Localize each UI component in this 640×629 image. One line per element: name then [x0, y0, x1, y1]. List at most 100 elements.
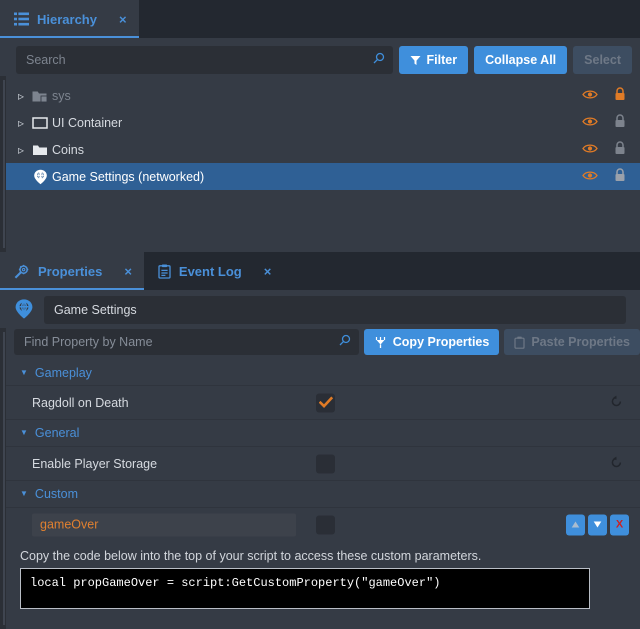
- custom-property-code-snippet[interactable]: local propGameOver = script:GetCustomPro…: [20, 568, 590, 609]
- custom-property-help-text: Copy the code below into the top of your…: [6, 541, 640, 568]
- tab-properties[interactable]: Properties ×: [0, 252, 144, 290]
- filter-icon: [410, 55, 421, 66]
- search-icon: [372, 52, 385, 68]
- ragdoll-on-death-checkbox[interactable]: [316, 393, 335, 412]
- enable-player-storage-checkbox[interactable]: [316, 454, 335, 473]
- hierarchy-toolbar: Filter Collapse All Select: [16, 46, 632, 74]
- section-header-custom[interactable]: ▼ Custom: [6, 480, 640, 507]
- section-title: Gameplay: [35, 366, 92, 380]
- custom-property-row: X: [6, 507, 640, 541]
- collapse-all-button[interactable]: Collapse All: [474, 46, 567, 74]
- move-up-button[interactable]: [566, 514, 585, 535]
- close-icon[interactable]: ×: [119, 13, 127, 26]
- arrow-down-icon: [593, 521, 602, 529]
- search-input[interactable]: [26, 53, 367, 67]
- tab-hierarchy[interactable]: Hierarchy ×: [0, 0, 139, 38]
- find-property-input[interactable]: [24, 335, 333, 349]
- property-row-ragdoll-on-death: Ragdoll on Death: [6, 385, 640, 419]
- craft-editor-window: Hierarchy ×: [0, 0, 640, 629]
- arrow-up-icon: [571, 521, 580, 529]
- chevron-down-icon[interactable]: ▼: [20, 429, 28, 437]
- select-button-label: Select: [584, 53, 621, 67]
- hierarchy-row-controls: [582, 136, 626, 163]
- lock-icon[interactable]: [614, 141, 626, 158]
- find-property-field[interactable]: [14, 329, 359, 355]
- tab-hierarchy-label: Hierarchy: [37, 12, 97, 27]
- eye-icon[interactable]: [582, 143, 598, 157]
- revert-icon[interactable]: [610, 456, 623, 472]
- property-label: Enable Player Storage: [32, 457, 157, 471]
- table-row[interactable]: ▹ UI Container: [6, 109, 640, 136]
- folder-system-icon: [28, 89, 52, 103]
- copy-properties-label: Copy Properties: [393, 335, 490, 349]
- chevron-right-icon[interactable]: ▹: [14, 116, 28, 130]
- close-icon[interactable]: ×: [124, 265, 132, 278]
- hierarchy-row-label: sys: [52, 89, 71, 103]
- properties-panel: Properties × Event Log ×: [0, 252, 640, 629]
- tab-properties-label: Properties: [38, 264, 102, 279]
- lock-icon[interactable]: [614, 168, 626, 185]
- custom-property-buttons: X: [566, 514, 629, 535]
- chevron-down-icon[interactable]: ▼: [20, 490, 28, 498]
- hierarchy-row-controls: [582, 109, 626, 136]
- property-find-row: Copy Properties Paste Properties: [14, 329, 640, 355]
- hierarchy-row-label: Game Settings (networked): [52, 170, 204, 184]
- property-row-enable-player-storage: Enable Player Storage: [6, 446, 640, 480]
- collapse-all-label: Collapse All: [485, 53, 556, 67]
- clipboard-icon: [158, 264, 171, 279]
- object-name-input[interactable]: [54, 303, 616, 317]
- object-name-field[interactable]: [44, 296, 626, 324]
- chevron-down-icon[interactable]: ▼: [20, 369, 28, 377]
- custom-property-name-field[interactable]: [32, 513, 296, 536]
- hierarchy-panel: Hierarchy ×: [0, 0, 640, 252]
- tab-event-log-label: Event Log: [179, 264, 242, 279]
- eye-icon[interactable]: [582, 170, 598, 184]
- object-name-row: [14, 296, 626, 324]
- hierarchy-tab-bar: Hierarchy ×: [0, 0, 640, 38]
- wrench-gear-icon: [14, 264, 30, 279]
- hierarchy-row-label: UI Container: [52, 116, 122, 130]
- hierarchy-tree: ▹ sys: [6, 82, 640, 252]
- properties-tab-bar: Properties × Event Log ×: [0, 252, 640, 290]
- copy-properties-button[interactable]: Copy Properties: [364, 329, 500, 355]
- hierarchy-row-controls: [582, 163, 626, 190]
- networked-pin-icon: [14, 298, 34, 323]
- eye-icon[interactable]: [582, 116, 598, 130]
- chevron-right-icon[interactable]: ▹: [14, 89, 28, 103]
- section-title: Custom: [35, 487, 78, 501]
- section-header-gameplay[interactable]: ▼ Gameplay: [6, 361, 640, 385]
- paste-properties-label: Paste Properties: [531, 335, 630, 349]
- networked-pin-icon: [28, 169, 52, 185]
- hierarchy-row-label: Coins: [52, 143, 84, 157]
- lock-icon[interactable]: [614, 114, 626, 131]
- copy-icon: [374, 336, 387, 349]
- paste-properties-button[interactable]: Paste Properties: [504, 329, 640, 355]
- ui-container-icon: [28, 116, 52, 130]
- property-list: ▼ Gameplay Ragdoll on Death: [6, 361, 640, 629]
- table-row[interactable]: ▹ Coins: [6, 136, 640, 163]
- lock-icon[interactable]: [614, 87, 626, 104]
- hierarchy-search-field[interactable]: [16, 46, 393, 74]
- chevron-right-icon[interactable]: ▹: [14, 143, 28, 157]
- remove-custom-property-button[interactable]: X: [610, 514, 629, 535]
- table-row[interactable]: ▹ sys: [6, 82, 640, 109]
- folder-icon: [28, 143, 52, 157]
- property-label: Ragdoll on Death: [32, 396, 129, 410]
- select-button[interactable]: Select: [573, 46, 632, 74]
- close-icon[interactable]: ×: [264, 265, 272, 278]
- hierarchy-row-controls: [582, 82, 626, 109]
- section-header-general[interactable]: ▼ General: [6, 419, 640, 446]
- section-title: General: [35, 426, 79, 440]
- search-icon: [338, 334, 351, 350]
- custom-property-value-checkbox[interactable]: [316, 515, 335, 534]
- move-down-button[interactable]: [588, 514, 607, 535]
- remove-label: X: [616, 519, 623, 530]
- revert-icon[interactable]: [610, 395, 623, 411]
- eye-icon[interactable]: [582, 89, 598, 103]
- filter-button[interactable]: Filter: [399, 46, 469, 74]
- hierarchy-list-icon: [14, 12, 29, 26]
- tab-event-log[interactable]: Event Log ×: [144, 252, 283, 290]
- filter-button-label: Filter: [427, 53, 458, 67]
- custom-property-name-input[interactable]: [40, 518, 288, 532]
- table-row[interactable]: Game Settings (networked): [6, 163, 640, 190]
